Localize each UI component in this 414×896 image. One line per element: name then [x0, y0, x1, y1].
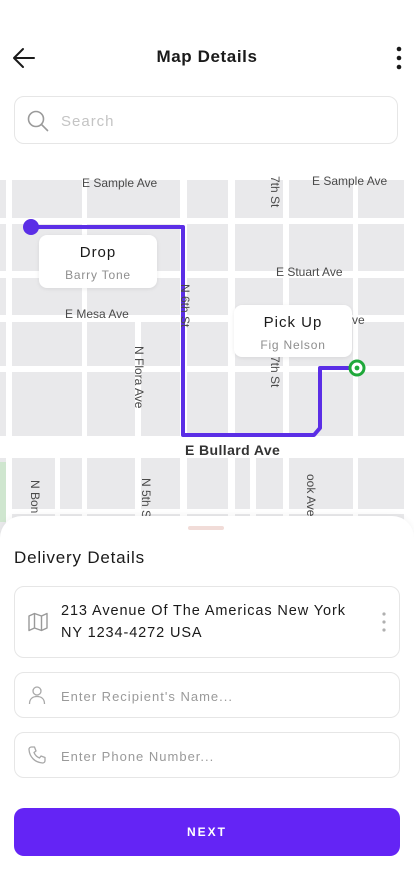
- search-input[interactable]: [59, 97, 383, 145]
- street-label: E Sample Ave: [82, 176, 158, 190]
- drop-card[interactable]: Drop Barry Tone: [39, 235, 157, 288]
- map-icon: [28, 612, 48, 632]
- street-label: N 5th S: [139, 478, 153, 519]
- street-label-major: E Bullard Ave: [185, 442, 281, 458]
- street-label: N 6th St: [178, 284, 192, 328]
- street-label: N Flora Ave: [132, 346, 146, 409]
- user-icon: [28, 686, 46, 705]
- app-header: Map Details: [0, 0, 414, 145]
- address-card[interactable]: 213 Avenue Of The Americas New York NY 1…: [14, 586, 400, 658]
- search-bar: [14, 96, 398, 145]
- recipient-field: [14, 672, 400, 719]
- page-title: Map Details: [156, 47, 258, 66]
- street-label: N Bon: [28, 480, 42, 514]
- more-vertical-icon[interactable]: [392, 44, 406, 72]
- drop-subtitle: Barry Tone: [65, 268, 131, 282]
- sheet-handle[interactable]: [188, 526, 224, 530]
- search-icon: [27, 110, 49, 132]
- phone-number-input[interactable]: [59, 733, 383, 779]
- delivery-title: Delivery Details: [14, 548, 145, 567]
- delivery-sheet: Delivery Details 213 Avenue Of The Ameri…: [0, 516, 414, 896]
- street-label: ve: [352, 313, 365, 327]
- pickup-subtitle: Fig Nelson: [260, 338, 326, 352]
- pickup-title: Pick Up: [263, 314, 323, 331]
- street-label: 7th St: [268, 176, 282, 208]
- drop-title: Drop: [79, 244, 117, 261]
- more-vertical-icon[interactable]: [381, 611, 387, 633]
- recipient-name-input[interactable]: [59, 673, 383, 719]
- next-button[interactable]: NEXT: [14, 808, 400, 856]
- map-canvas: [0, 174, 414, 554]
- street-label: E Mesa Ave: [65, 307, 129, 321]
- pickup-card[interactable]: Pick Up Fig Nelson: [234, 305, 352, 357]
- phone-field: [14, 732, 400, 779]
- phone-icon: [28, 746, 46, 764]
- map-view[interactable]: E Sample Ave E Sample Ave 7th St E Stuar…: [0, 174, 414, 554]
- street-label: ook Ave: [304, 474, 318, 517]
- street-label: E Sample Ave: [312, 174, 388, 188]
- street-label: E Stuart Ave: [276, 265, 343, 279]
- address-text: 213 Avenue Of The Americas New York NY 1…: [61, 603, 346, 641]
